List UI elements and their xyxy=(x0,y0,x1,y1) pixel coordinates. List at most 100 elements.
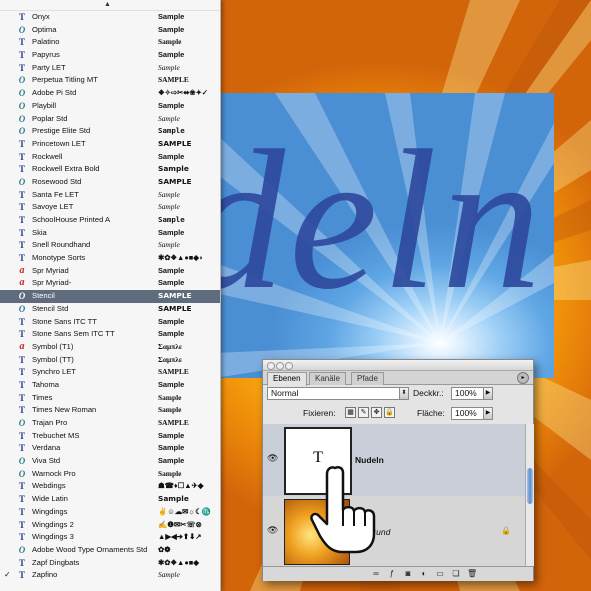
font-menu-item[interactable]: ✓ T Zapfino Sample xyxy=(0,569,220,582)
opacity-input[interactable]: 100% xyxy=(451,387,484,400)
layer-mask-icon[interactable]: ◙ xyxy=(403,569,413,578)
truetype-icon: T xyxy=(18,367,25,378)
font-menu-item[interactable]: T Princetown LET SAMPLE xyxy=(0,138,220,151)
font-menu-item[interactable]: T Zapf Dingbats ✱✿❖▲●■◆ xyxy=(0,557,220,570)
font-menu-item[interactable]: O Rosewood Std SAMPLE xyxy=(0,176,220,189)
font-name: Zapf Dingbats xyxy=(32,557,80,567)
opacity-slider-icon[interactable]: ▶ xyxy=(483,387,493,400)
font-menu-item[interactable]: O Perpetua Titling MT SAMPLE xyxy=(0,74,220,87)
tab-pfade[interactable]: Pfade xyxy=(351,372,384,385)
opentype-icon: O xyxy=(18,468,26,479)
blend-mode-dropdown-icon[interactable]: ⬍ xyxy=(399,387,409,400)
fill-input[interactable]: 100% xyxy=(451,407,484,420)
font-sample: Σαμπλε xyxy=(158,341,182,351)
font-name: Poplar Std xyxy=(32,113,68,123)
font-sample: Sample xyxy=(158,329,185,339)
font-menu-item[interactable]: T Savoye LET Sample xyxy=(0,201,220,214)
font-sample: Sample xyxy=(158,202,180,212)
font-sample: Sample xyxy=(158,151,185,161)
font-menu-item[interactable]: T Santa Fe LET Sample xyxy=(0,189,220,202)
font-menu-item[interactable]: T Webdings ☗☎♦☐▲✈◆ xyxy=(0,480,220,493)
new-group-icon[interactable]: ▭ xyxy=(435,569,445,578)
font-menu-item[interactable]: O Adobe Wood Type Ornaments Std ✿❁ xyxy=(0,544,220,557)
link-layers-icon[interactable]: ∞ xyxy=(371,569,381,578)
font-menu-item[interactable]: T Snell Roundhand Sample xyxy=(0,239,220,252)
font-menu-item[interactable]: T SchoolHouse Printed A Sample xyxy=(0,214,220,227)
font-name: Spr Myriad- xyxy=(32,278,72,288)
font-menu[interactable]: ▲ T Onyx Sample O Optima Sample T Palatino Sampl… xyxy=(0,0,221,591)
lock-image-icon[interactable]: ✎ xyxy=(358,407,369,418)
font-menu-item[interactable]: T Symbol (TT) Σαμπλε xyxy=(0,354,220,367)
lock-all-icon[interactable]: 🔒 xyxy=(384,407,395,418)
font-menu-item[interactable]: O Poplar Std Sample xyxy=(0,113,220,126)
layer-row-nudeln[interactable]: 👁 T Nudeln xyxy=(263,424,525,497)
font-name: Trebuchet MS xyxy=(32,430,80,440)
font-menu-item[interactable]: T Wide Latin Sample xyxy=(0,493,220,506)
font-menu-item[interactable]: T Wingdings ✌☺☁✉☼☾♏ xyxy=(0,506,220,519)
font-menu-item[interactable]: T Synchro LET SAMPLE xyxy=(0,366,220,379)
font-menu-item[interactable]: T Wingdings 2 ✍❶✉✂☏⊗ xyxy=(0,519,220,532)
eye-icon[interactable]: 👁 xyxy=(267,454,279,463)
new-layer-icon[interactable]: ❏ xyxy=(451,569,461,578)
minimize-dot-icon[interactable] xyxy=(276,362,284,370)
font-menu-item[interactable]: O Stencil SAMPLE xyxy=(0,290,220,303)
panel-menu-icon[interactable]: ▸ xyxy=(517,372,529,384)
font-menu-item[interactable]: T Times Sample xyxy=(0,392,220,405)
font-menu-item[interactable]: T Rockwell Sample xyxy=(0,151,220,164)
font-menu-item[interactable]: a Spr Myriad Sample xyxy=(0,265,220,278)
blend-mode-select[interactable]: Normal xyxy=(267,387,402,400)
font-menu-item[interactable]: T Party LET Sample xyxy=(0,62,220,75)
font-menu-item[interactable]: O Viva Std Sample xyxy=(0,455,220,468)
close-dot-icon[interactable] xyxy=(267,362,275,370)
font-menu-item[interactable]: T Verdana Sample xyxy=(0,442,220,455)
font-menu-item[interactable]: O Optima Sample xyxy=(0,24,220,37)
font-name: Prestige Elite Std xyxy=(32,126,91,136)
font-menu-item[interactable]: O Adobe Pi Std ❖✧⇨✂⬌❀✦✓ xyxy=(0,87,220,100)
font-menu-item[interactable]: T Palatino Sample xyxy=(0,36,220,49)
font-menu-item[interactable]: T Stone Sans ITC TT Sample xyxy=(0,316,220,329)
font-name: Stone Sans ITC TT xyxy=(32,316,97,326)
font-menu-item[interactable]: O Playbill Sample xyxy=(0,100,220,113)
trash-icon[interactable]: 🗑 xyxy=(467,569,477,578)
tab-kanaele[interactable]: Kanäle xyxy=(309,372,346,385)
font-sample: Sample xyxy=(158,316,185,326)
eye-icon[interactable]: 👁 xyxy=(267,526,279,535)
truetype-icon: T xyxy=(18,506,25,517)
layer-row-hintergrund[interactable]: 👁 ergrund 🔒 xyxy=(263,496,525,566)
font-menu-item[interactable]: O Warnock Pro Sample xyxy=(0,468,220,481)
font-name: Spr Myriad xyxy=(32,265,69,275)
font-menu-item[interactable]: T Trebuchet MS Sample xyxy=(0,430,220,443)
layer-style-icon[interactable]: ƒ xyxy=(387,569,397,578)
lock-transparent-icon[interactable]: ▦ xyxy=(345,407,356,418)
menu-scroll-up[interactable]: ▲ xyxy=(0,0,220,11)
font-name: Santa Fe LET xyxy=(32,189,79,199)
font-menu-item[interactable]: T Papyrus Sample xyxy=(0,49,220,62)
font-menu-item[interactable]: T Rockwell Extra Bold Sample xyxy=(0,163,220,176)
font-menu-item[interactable]: a Spr Myriad- Sample xyxy=(0,277,220,290)
document-canvas[interactable]: deln xyxy=(215,93,554,378)
layers-panel[interactable]: Ebenen Kanäle Pfade ▸ Normal ⬍ Deckkr.: … xyxy=(262,359,534,581)
font-menu-item[interactable]: O Stencil Std SAMPLE xyxy=(0,303,220,316)
font-menu-item[interactable]: T Onyx Sample xyxy=(0,11,220,24)
font-menu-item[interactable]: T Times New Roman Sample xyxy=(0,404,220,417)
layer-list-scrollbar[interactable] xyxy=(525,424,534,566)
font-menu-item[interactable]: a Symbol (T1) Σαμπλε xyxy=(0,341,220,354)
opentype-icon: O xyxy=(18,88,26,99)
adjustment-layer-icon[interactable]: ◐ xyxy=(419,569,429,578)
font-menu-item[interactable]: T Wingdings 3 ▲▶◀➔⬆⬇↗ xyxy=(0,531,220,544)
font-sample: Sample xyxy=(158,215,185,224)
font-menu-item[interactable]: O Prestige Elite Std Sample xyxy=(0,125,220,138)
fill-slider-icon[interactable]: ▶ xyxy=(483,407,493,420)
panel-titlebar[interactable] xyxy=(263,360,533,371)
font-menu-item[interactable]: T Stone Sans Sem ITC TT Sample xyxy=(0,328,220,341)
scroll-thumb[interactable] xyxy=(527,468,533,504)
font-menu-item[interactable]: T Monotype Sorts ✱✿❖▲●■◆◗ xyxy=(0,252,220,265)
truetype-icon: T xyxy=(18,481,25,492)
font-menu-item[interactable]: O Trajan Pro SAMPLE xyxy=(0,417,220,430)
lock-position-icon[interactable]: ✥ xyxy=(371,407,382,418)
font-menu-item[interactable]: T Tahoma Sample xyxy=(0,379,220,392)
font-menu-item[interactable]: T Skia Sample xyxy=(0,227,220,240)
zoom-dot-icon[interactable] xyxy=(285,362,293,370)
tab-ebenen[interactable]: Ebenen xyxy=(267,372,307,386)
truetype-icon: T xyxy=(18,494,25,505)
